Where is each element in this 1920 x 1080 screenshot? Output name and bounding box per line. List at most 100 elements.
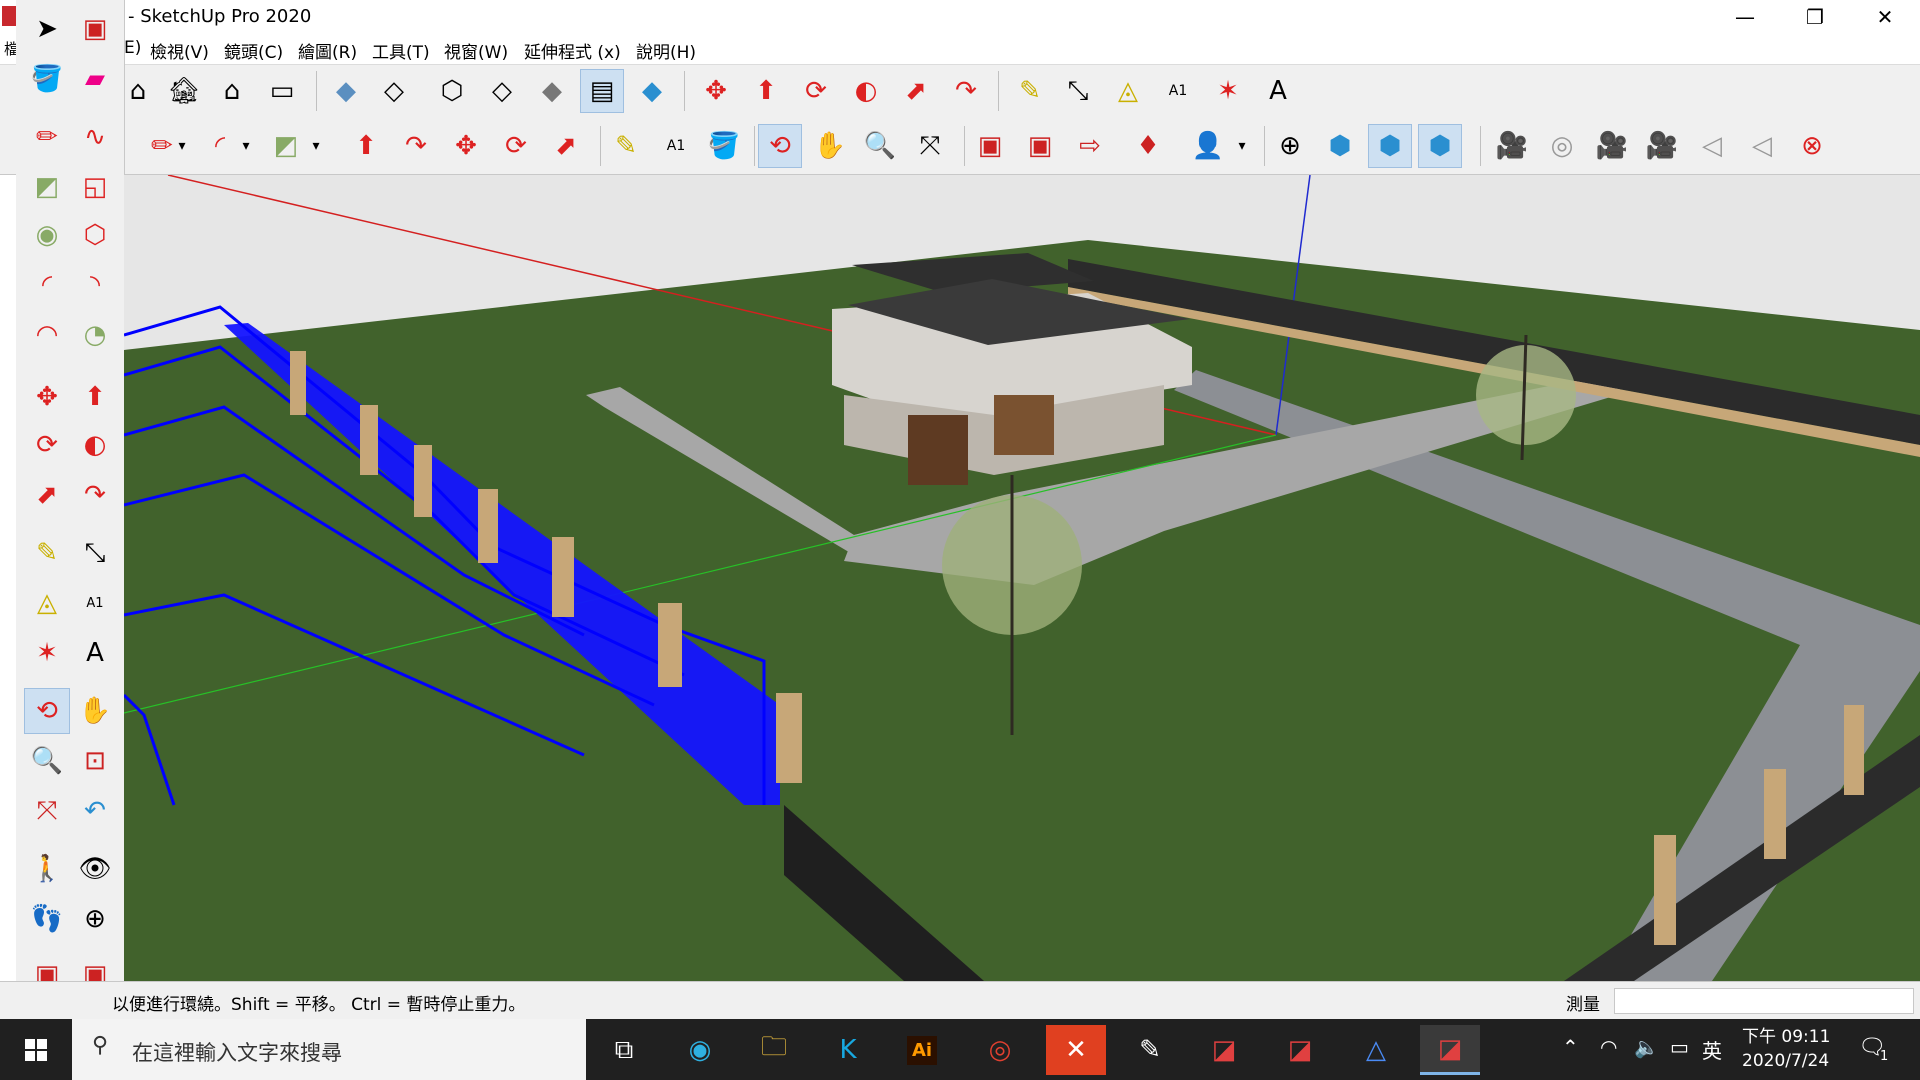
offset-icon[interactable]: ↷: [944, 69, 988, 113]
advanced-camera-icon[interactable]: 🎥: [1490, 124, 1534, 168]
rectangle-dropdown-icon[interactable]: ▾: [306, 124, 326, 168]
follow-me-left-icon[interactable]: ◐: [72, 422, 118, 468]
kk-app-icon[interactable]: K: [818, 1025, 878, 1075]
text-tool-icon[interactable]: A1: [1156, 69, 1200, 113]
sketchbook-icon[interactable]: ✎: [1120, 1025, 1180, 1075]
extension-warehouse-ruby-icon[interactable]: ♦: [1126, 124, 1170, 168]
share-model-icon[interactable]: ▣: [1018, 124, 1062, 168]
style-builder-icon[interactable]: ◪: [1270, 1025, 1330, 1075]
menu-help[interactable]: 說明(H): [636, 38, 696, 63]
restore-button[interactable]: ❐: [1780, 0, 1850, 34]
zoom-left-icon[interactable]: 🔍: [24, 738, 70, 784]
camera-lock-icon[interactable]: 🎥: [1590, 124, 1634, 168]
battery-icon[interactable]: ▭: [1670, 1035, 1689, 1059]
arc-dropdown-icon[interactable]: ▾: [236, 124, 256, 168]
push-pull-left-icon[interactable]: ⬆: [72, 374, 118, 420]
clock[interactable]: 下午 09:11 2020/7/24: [1742, 1025, 1830, 1073]
modeling-viewport[interactable]: [124, 175, 1920, 981]
walk-icon[interactable]: 🚶: [24, 846, 70, 892]
protractor-left-icon[interactable]: ◬: [24, 580, 70, 626]
freehand-icon[interactable]: ∿: [72, 114, 118, 160]
look-through-camera-icon[interactable]: ◎: [1540, 124, 1584, 168]
follow-me-icon[interactable]: ◐: [844, 69, 888, 113]
line-dropdown-icon[interactable]: ▾: [172, 124, 192, 168]
menu-draw[interactable]: 繪圖(R): [298, 38, 357, 63]
menu-camera[interactable]: 鏡頭(C): [224, 38, 283, 63]
position-camera-icon[interactable]: ⊕: [1268, 124, 1312, 168]
offset-left-icon[interactable]: ↷: [72, 472, 118, 518]
display-section-cuts-icon[interactable]: ⬢: [1418, 124, 1462, 168]
scale-left-icon[interactable]: ⬈: [24, 472, 70, 518]
wireframe-style-icon[interactable]: ⬡: [430, 69, 474, 113]
three-point-arc-icon[interactable]: ◠: [24, 312, 70, 358]
text-tool-icon-2[interactable]: A1: [654, 124, 698, 168]
sketchup-layout-icon[interactable]: ◪: [1194, 1025, 1254, 1075]
polygon-icon[interactable]: ⬡: [72, 212, 118, 258]
two-point-arc-icon[interactable]: ◝: [72, 262, 118, 308]
camera-frustum-lines-icon[interactable]: ◁: [1690, 124, 1734, 168]
ime-indicator[interactable]: 英: [1702, 1035, 1722, 1064]
line-left-icon[interactable]: ✏: [24, 114, 70, 160]
xmind-icon[interactable]: ✕: [1046, 1025, 1106, 1075]
camera-frustum-icon[interactable]: 🎥: [1640, 124, 1684, 168]
back-edges-style-icon[interactable]: ◇: [372, 69, 416, 113]
make-component-icon[interactable]: ▣: [72, 6, 118, 52]
tape-measure-icon[interactable]: ✎: [1008, 69, 1052, 113]
scene-canvas[interactable]: [124, 175, 1920, 981]
volume-icon[interactable]: 🔈: [1634, 1035, 1659, 1059]
rotate-left-icon[interactable]: ⟳: [24, 422, 70, 468]
eraser-icon[interactable]: ▰: [72, 56, 118, 102]
rectangle-tool-icon[interactable]: ◩: [264, 124, 308, 168]
scale-icon-2[interactable]: ⬈: [544, 124, 588, 168]
protractor-icon[interactable]: ◬: [1106, 69, 1150, 113]
paint-bucket-left-icon[interactable]: 🪣: [24, 56, 70, 102]
taskbar-search[interactable]: ⚲ 在這裡輸入文字來搜尋: [72, 1019, 586, 1080]
monochrome-style-icon[interactable]: ◆: [630, 69, 674, 113]
task-view-icon[interactable]: ⧉: [594, 1025, 654, 1075]
pie-icon[interactable]: ◔: [72, 312, 118, 358]
close-button[interactable]: ✕: [1850, 0, 1920, 34]
tray-expand-icon[interactable]: ⌃: [1562, 1035, 1579, 1059]
chrome-icon[interactable]: ◎: [970, 1025, 1030, 1075]
3d-warehouse-icon[interactable]: ▣: [968, 124, 1012, 168]
zoom-window-icon[interactable]: ⊡: [72, 738, 118, 784]
tape-measure-icon-2[interactable]: ✎: [604, 124, 648, 168]
zoom-extents-icon[interactable]: ⤧: [908, 124, 952, 168]
menu-view[interactable]: 檢視(V): [150, 38, 209, 63]
delete-camera-icon[interactable]: ⊗: [1790, 124, 1834, 168]
look-around-icon[interactable]: 👁: [72, 846, 118, 892]
illustrator-icon[interactable]: Ai: [892, 1025, 952, 1075]
house-icon[interactable]: ⌂: [210, 69, 254, 113]
menu-edit[interactable]: E): [124, 38, 141, 58]
scale-icon[interactable]: ⬈: [894, 69, 938, 113]
orbit-icon[interactable]: ⟲: [758, 124, 802, 168]
zoom-extents-left-icon[interactable]: ⤧: [24, 788, 70, 834]
menu-window[interactable]: 視窗(W): [444, 38, 508, 63]
camera-reset-icon[interactable]: ◁: [1740, 124, 1784, 168]
shaded-textures-style-icon[interactable]: ▤: [580, 69, 624, 113]
google-drive-icon[interactable]: △: [1346, 1025, 1406, 1075]
section-plane-icon[interactable]: ⬢: [1318, 124, 1362, 168]
sketchup-taskbar-icon[interactable]: ◪: [1420, 1025, 1480, 1075]
text-left-icon[interactable]: A1: [72, 580, 118, 626]
share-component-icon[interactable]: ⇨: [1068, 124, 1112, 168]
warehouse-icon[interactable]: 🏚: [162, 69, 206, 113]
menu-extensions[interactable]: 延伸程式 (x): [524, 38, 621, 63]
extension-warehouse-icon[interactable]: ▭: [260, 69, 304, 113]
app-icon[interactable]: [2, 6, 16, 26]
edge-icon[interactable]: ◉: [670, 1025, 730, 1075]
push-pull-icon-2[interactable]: ⬆: [344, 124, 388, 168]
account-icon[interactable]: 👤: [1186, 124, 1230, 168]
axes-left-icon[interactable]: ✶: [24, 630, 70, 676]
wifi-icon[interactable]: ◠: [1600, 1035, 1617, 1059]
footsteps-icon[interactable]: 👣: [24, 896, 70, 942]
rectangle-left-icon[interactable]: ◩: [24, 164, 70, 210]
windows-start-button[interactable]: [0, 1019, 72, 1080]
arc-left-icon[interactable]: ◜: [24, 262, 70, 308]
circle-icon[interactable]: ◉: [24, 212, 70, 258]
rotate-icon-2[interactable]: ⟳: [494, 124, 538, 168]
position-camera-left-icon[interactable]: ⊕: [72, 896, 118, 942]
hidden-line-style-icon[interactable]: ◇: [480, 69, 524, 113]
move-left-icon[interactable]: ✥: [24, 374, 70, 420]
move-icon-2[interactable]: ✥: [444, 124, 488, 168]
